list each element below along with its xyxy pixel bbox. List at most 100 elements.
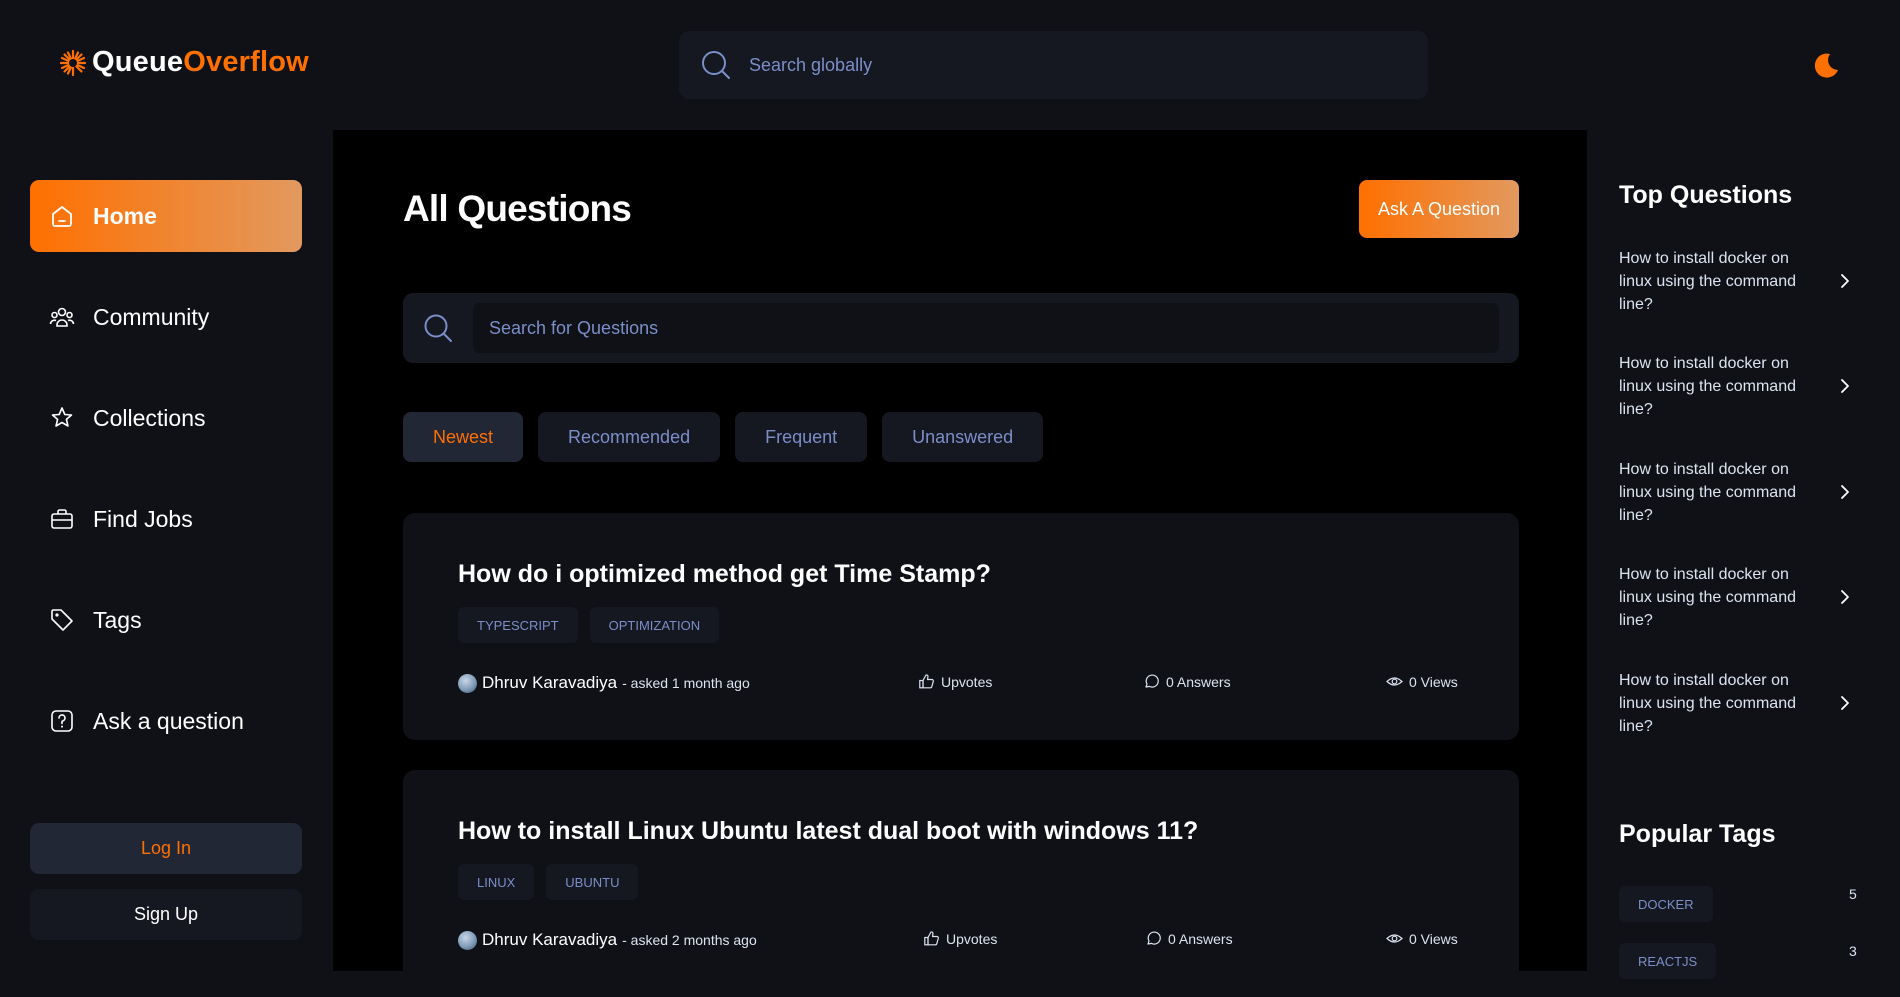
views-count: 0 Views [1409,930,1458,947]
tag-icon [51,609,73,631]
sidebar-item-label: Collections [93,404,206,431]
top-question-item[interactable]: How to install docker on linux using the… [1619,669,1869,739]
star-icon [51,407,73,427]
chevron-right-icon [1841,485,1849,499]
search-icon [702,51,730,79]
sidebar-item-home[interactable]: Home [30,180,302,252]
answers-count: 0 Answers [1166,673,1231,690]
top-question-text: How to install docker on linux using the… [1619,250,1796,313]
logo-text-overflow: Overflow [183,46,309,78]
sidebar-item-find-jobs[interactable]: Find Jobs [30,483,302,555]
moon-icon[interactable] [1810,50,1842,82]
filter-unanswered[interactable]: Unanswered [882,412,1044,462]
logo[interactable]: QueueOverflow [58,46,309,79]
logo-text-queue: Queue [92,46,184,78]
left-sidebar: Home Community Collections Find Jobs Tag… [0,130,333,971]
question-meta: Dhruv Karavadiya - asked 1 month ago Upv… [458,673,1464,695]
views-stat: 0 Views [1386,930,1458,947]
chevron-right-icon [1841,274,1849,288]
question-card: How to install Linux Ubuntu latest dual … [403,770,1519,997]
sidebar-item-ask-question[interactable]: Ask a question [30,685,302,757]
top-questions-title: Top Questions [1619,181,1793,209]
tag-chip[interactable]: OPTIMIZATION [589,607,720,643]
upvotes-stat: Upvotes [918,673,992,690]
eye-icon [1386,677,1403,686]
sidebar-item-label: Tags [93,606,142,633]
global-search-bar[interactable] [679,31,1428,99]
answers-stat: 0 Answers [1145,930,1233,947]
filter-bar: Newest Recommended Frequent Unanswered [403,412,1044,462]
question-search-bar[interactable] [403,293,1519,363]
top-question-text: How to install docker on linux using the… [1619,461,1796,524]
asked-time: - asked 2 months ago [622,932,757,948]
filter-recommended[interactable]: Recommended [538,412,721,462]
views-count: 0 Views [1409,673,1458,690]
question-tags: LINUX UBUNTU [458,864,639,900]
sidebar-item-collections[interactable]: Collections [30,382,302,454]
tag-chip[interactable]: UBUNTU [546,864,639,900]
tag-chip[interactable]: TYPESCRIPT [458,607,578,643]
question-card: How do i optimized method get Time Stamp… [403,513,1519,740]
popular-tag-count: 3 [1849,943,1857,959]
popular-tag-item: REACTJS 3 [1619,943,1869,979]
filter-frequent[interactable]: Frequent [735,412,868,462]
sidebar-item-community[interactable]: Community [30,281,302,353]
popular-tag-count: 5 [1849,886,1857,902]
filter-newest[interactable]: Newest [403,412,524,462]
eye-icon [1386,934,1403,943]
comment-icon [1147,931,1161,945]
top-question-text: How to install docker on linux using the… [1619,355,1796,418]
top-question-item[interactable]: How to install docker on linux using the… [1619,458,1869,528]
question-meta: Dhruv Karavadiya - asked 2 months ago Up… [458,930,1464,952]
popular-tag-item: DOCKER 5 [1619,886,1869,922]
chevron-right-icon [1841,696,1849,710]
sidebar-item-tags[interactable]: Tags [30,584,302,656]
chevron-right-icon [1841,379,1849,393]
upvotes-label: Upvotes [941,673,993,690]
search-icon [424,314,452,342]
briefcase-icon [51,509,73,529]
author: Dhruv Karavadiya - asked 1 month ago [458,673,750,693]
tag-chip[interactable]: LINUX [458,864,535,900]
author-name[interactable]: Dhruv Karavadiya [482,930,617,950]
right-sidebar: Top Questions How to install docker on l… [1587,130,1900,979]
avatar[interactable] [458,930,477,950]
question-search-input[interactable] [487,316,1499,340]
answers-stat: 0 Answers [1143,673,1231,690]
global-search-input[interactable] [747,45,1428,85]
signup-button[interactable]: Sign Up [30,889,302,940]
sidebar-item-label: Find Jobs [93,505,193,532]
views-stat: 0 Views [1386,673,1458,690]
question-title[interactable]: How do i optimized method get Time Stamp… [458,560,991,589]
avatar[interactable] [458,673,477,693]
question-search-field[interactable] [473,303,1499,353]
question-title[interactable]: How to install Linux Ubuntu latest dual … [458,817,1198,846]
ask-question-button[interactable]: Ask A Question [1359,180,1519,238]
top-question-item[interactable]: How to install docker on linux using the… [1619,247,1869,317]
login-button[interactable]: Log In [30,823,302,874]
page-title: All Questions [403,188,632,229]
upvotes-stat: Upvotes [923,930,997,947]
logo-sunburst-icon [59,49,87,76]
home-icon [52,206,72,227]
comment-icon [1145,674,1159,688]
question-icon [51,710,73,732]
asked-time: - asked 1 month ago [622,675,750,691]
question-tags: TYPESCRIPT OPTIMIZATION [458,607,720,643]
top-question-item[interactable]: How to install docker on linux using the… [1619,352,1869,422]
chevron-right-icon [1841,590,1849,604]
top-question-item[interactable]: How to install docker on linux using the… [1619,563,1869,633]
popular-tags-title: Popular Tags [1619,820,1776,848]
top-question-text: How to install docker on linux using the… [1619,566,1796,629]
thumbs-up-icon [924,931,939,946]
answers-count: 0 Answers [1168,930,1233,947]
thumbs-up-icon [919,674,934,689]
top-bar: QueueOverflow [0,0,1900,130]
popular-tag-chip[interactable]: REACTJS [1619,943,1717,979]
sidebar-item-label: Community [93,303,210,330]
logo-text: QueueOverflow [92,46,309,79]
community-icon [49,307,75,327]
sidebar-item-label: Ask a question [93,707,244,734]
author-name[interactable]: Dhruv Karavadiya [482,673,617,693]
popular-tag-chip[interactable]: DOCKER [1619,886,1713,922]
